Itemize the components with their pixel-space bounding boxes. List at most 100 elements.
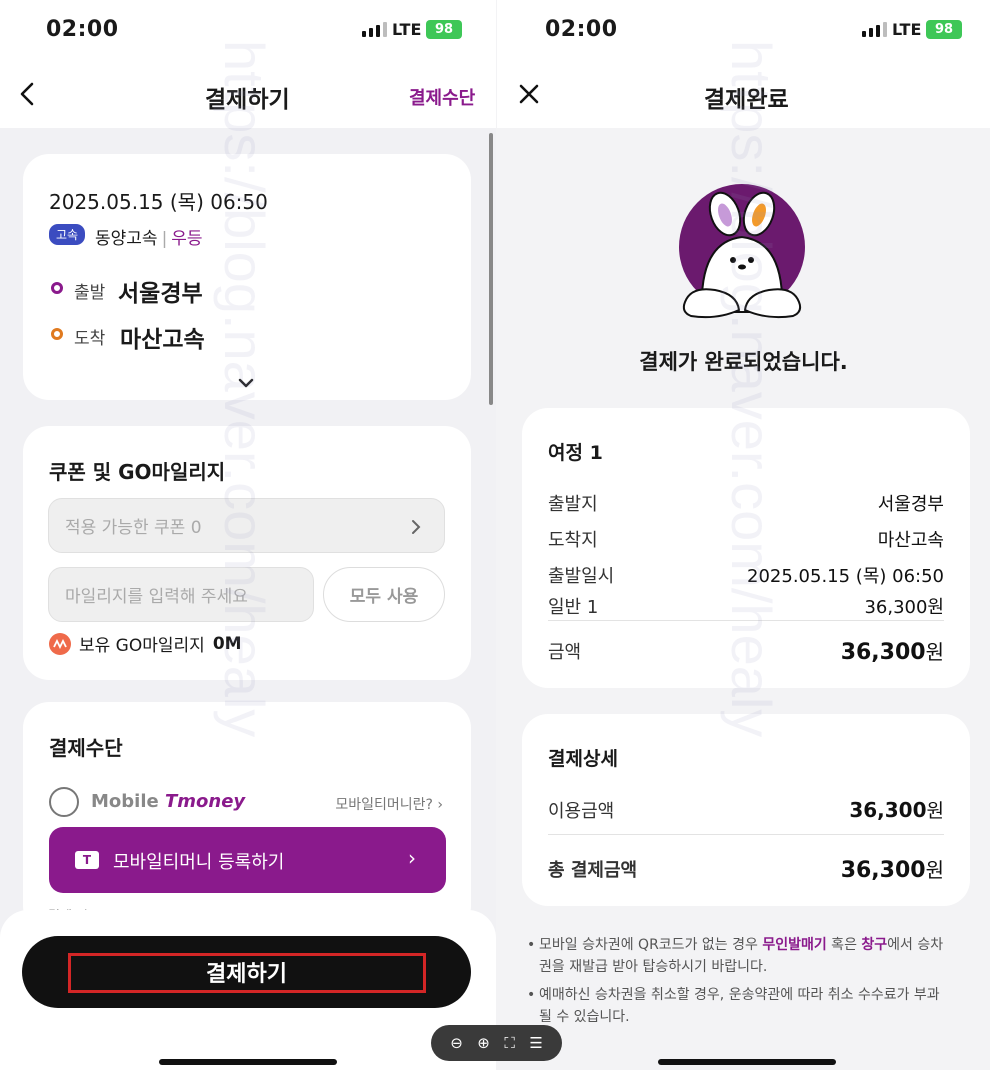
arrive-dot-icon: [51, 328, 63, 340]
menu-icon[interactable]: ☰: [529, 1034, 542, 1052]
pay-button[interactable]: 결제하기: [22, 936, 471, 1008]
status-time: 02:00: [46, 17, 119, 42]
coupon-section-title: 쿠폰 및 GO마일리지: [49, 460, 226, 484]
close-icon[interactable]: [513, 78, 545, 110]
logo-mobile-text: Mobile: [91, 791, 159, 812]
coupon-select[interactable]: 적용 가능한 쿠폰 0: [48, 498, 445, 553]
bus-type-badge: 고속: [49, 224, 86, 245]
register-tmoney-button[interactable]: T 모바일티머니 등록하기 ›: [49, 827, 446, 893]
signal-icon: [362, 22, 387, 37]
highlight-box: [68, 953, 426, 993]
notice-highlight: 창구: [861, 937, 888, 953]
notice-text: 모바일 승차권에 QR코드가 없는 경우: [539, 937, 763, 953]
fullscreen-icon[interactable]: ⛶: [504, 1034, 515, 1052]
expand-chevron-icon[interactable]: [237, 376, 255, 390]
battery-icon: 98: [426, 20, 462, 39]
detail-row: 출발일시 2025.05.15 (목) 06:50: [548, 562, 944, 588]
payment-detail-card: 결제상세 이용금액 36,300원 총 결제금액 36,300원: [522, 714, 970, 906]
use-amount-row: 이용금액 36,300원: [548, 796, 944, 823]
mobile-tmoney-logo: Mobile Tmoney: [91, 791, 245, 812]
row-value: 2025.05.15 (목) 06:50: [747, 566, 944, 587]
chevron-right-icon: ›: [408, 846, 416, 870]
separator: |: [161, 229, 168, 249]
detail-row: 일반 1 36,300원: [548, 593, 944, 619]
tmoney-radio[interactable]: [49, 787, 79, 817]
coupon-card: 쿠폰 및 GO마일리지 적용 가능한 쿠폰 0 마일리지를 입력해 주세요 모두…: [23, 426, 471, 680]
network-label: LTE: [892, 20, 922, 39]
row-label: 일반 1: [548, 597, 599, 618]
depart-label: 출발: [74, 283, 106, 303]
notice-text: 혹은: [826, 937, 862, 953]
trip-summary-title: 여정 1: [548, 442, 603, 464]
register-tmoney-label: 모바일티머니 등록하기: [113, 852, 285, 873]
payment-method-card: 결제수단 Mobile Tmoney 모바일티머니란? › T 모바일티머니 등…: [23, 702, 471, 932]
payment-method-link[interactable]: 결제수단: [409, 84, 475, 110]
top-nav: 결제하기 결제수단: [0, 62, 496, 128]
total-amount-unit: 원: [925, 858, 944, 882]
mileage-icon: [49, 632, 71, 655]
detail-row: 출발지 서울경부: [548, 490, 944, 516]
rabbit-mascot-icon: [679, 184, 805, 319]
bus-company: 동양고속 | 우등: [95, 224, 203, 249]
total-amount-value: 36,300: [840, 858, 926, 883]
signal-icon: [862, 22, 887, 37]
page-title: 결제하기: [205, 87, 290, 113]
amount-value: 36,300: [840, 640, 926, 665]
status-bar: 02:00 LTE 98: [0, 0, 496, 62]
tmoney-help-link[interactable]: 모바일티머니란? ›: [335, 794, 443, 814]
zoom-toolbar: ⊖ ⊕ ⛶ ☰: [431, 1025, 562, 1061]
total-amount-row: 총 결제금액 36,300원: [548, 854, 944, 883]
payment-detail-title: 결제상세: [548, 748, 618, 770]
bottom-action-sheet: 결제하기: [0, 910, 496, 1070]
row-value: 서울경부: [877, 494, 944, 515]
home-indicator: [658, 1059, 836, 1065]
scrollbar[interactable]: [489, 133, 493, 405]
owned-mileage-value: 0M: [212, 633, 242, 654]
zoom-out-icon[interactable]: ⊖: [450, 1034, 463, 1052]
use-amount-value: 36,300: [849, 798, 927, 822]
total-amount-label: 총 결제금액: [548, 859, 638, 881]
trip-datetime: 2025.05.15 (목) 06:50: [49, 190, 268, 214]
mileage-placeholder: 마일리지를 입력해 주세요: [65, 587, 248, 607]
page-title: 결제완료: [704, 87, 789, 113]
zoom-in-icon[interactable]: ⊕: [477, 1034, 490, 1052]
row-label: 도착지: [548, 530, 598, 551]
tmoney-icon: T: [75, 851, 99, 869]
use-all-button[interactable]: 모두 사용: [323, 567, 445, 622]
payment-screen: 02:00 LTE 98 결제하기 결제수단 2025.05.15 (목) 06…: [0, 0, 496, 1070]
owned-mileage: 보유 GO마일리지 0M: [49, 631, 242, 656]
chevron-right-icon: [412, 520, 421, 534]
amount-row: 금액 36,300원: [548, 636, 944, 665]
status-bar: 02:00 LTE 98: [497, 0, 990, 62]
owned-mileage-label: 보유 GO마일리지: [79, 636, 205, 656]
amount-label: 금액: [548, 641, 582, 663]
bus-grade: 우등: [171, 229, 203, 249]
home-indicator: [159, 1059, 337, 1065]
arrive-terminal: 마산고속: [120, 327, 205, 353]
battery-icon: 98: [926, 20, 962, 39]
notice-highlight: 무인발매기: [762, 937, 827, 953]
depart-dot-icon: [51, 282, 63, 294]
notice-qr: 모바일 승차권에 QR코드가 없는 경우 무인발매기 혹은 창구에서 승차권을 …: [527, 934, 947, 978]
back-icon[interactable]: [12, 78, 44, 110]
use-amount-unit: 원: [926, 800, 944, 822]
completion-message: 결제가 완료되었습니다.: [639, 350, 848, 374]
divider: [548, 834, 944, 835]
notice-cancel: 예매하신 승차권을 취소할 경우, 운송약관에 따라 취소 수수료가 부과될 수…: [527, 984, 947, 1028]
network-label: LTE: [392, 20, 422, 39]
detail-row: 도착지 마산고속: [548, 526, 944, 552]
company-name: 동양고속: [95, 229, 158, 249]
payment-complete-screen: 02:00 LTE 98 결제완료 결제가 완료되었습니다. 여정 1 출발지 서…: [497, 0, 990, 1070]
row-label: 출발지: [548, 494, 598, 515]
row-value: 마산고속: [877, 530, 944, 551]
arrive-label: 도착: [74, 329, 106, 349]
payment-section-title: 결제수단: [49, 736, 123, 760]
coupon-placeholder: 적용 가능한 쿠폰 0: [65, 518, 202, 538]
mileage-input[interactable]: 마일리지를 입력해 주세요: [48, 567, 314, 622]
use-amount-label: 이용금액: [548, 800, 615, 822]
amount-unit: 원: [925, 640, 944, 664]
logo-tmoney-text: Tmoney: [165, 791, 246, 812]
trip-card: 2025.05.15 (목) 06:50 고속 동양고속 | 우등 출발 서울경부 …: [23, 154, 471, 400]
row-value: 36,300원: [864, 597, 944, 618]
depart-terminal: 서울경부: [118, 281, 203, 307]
